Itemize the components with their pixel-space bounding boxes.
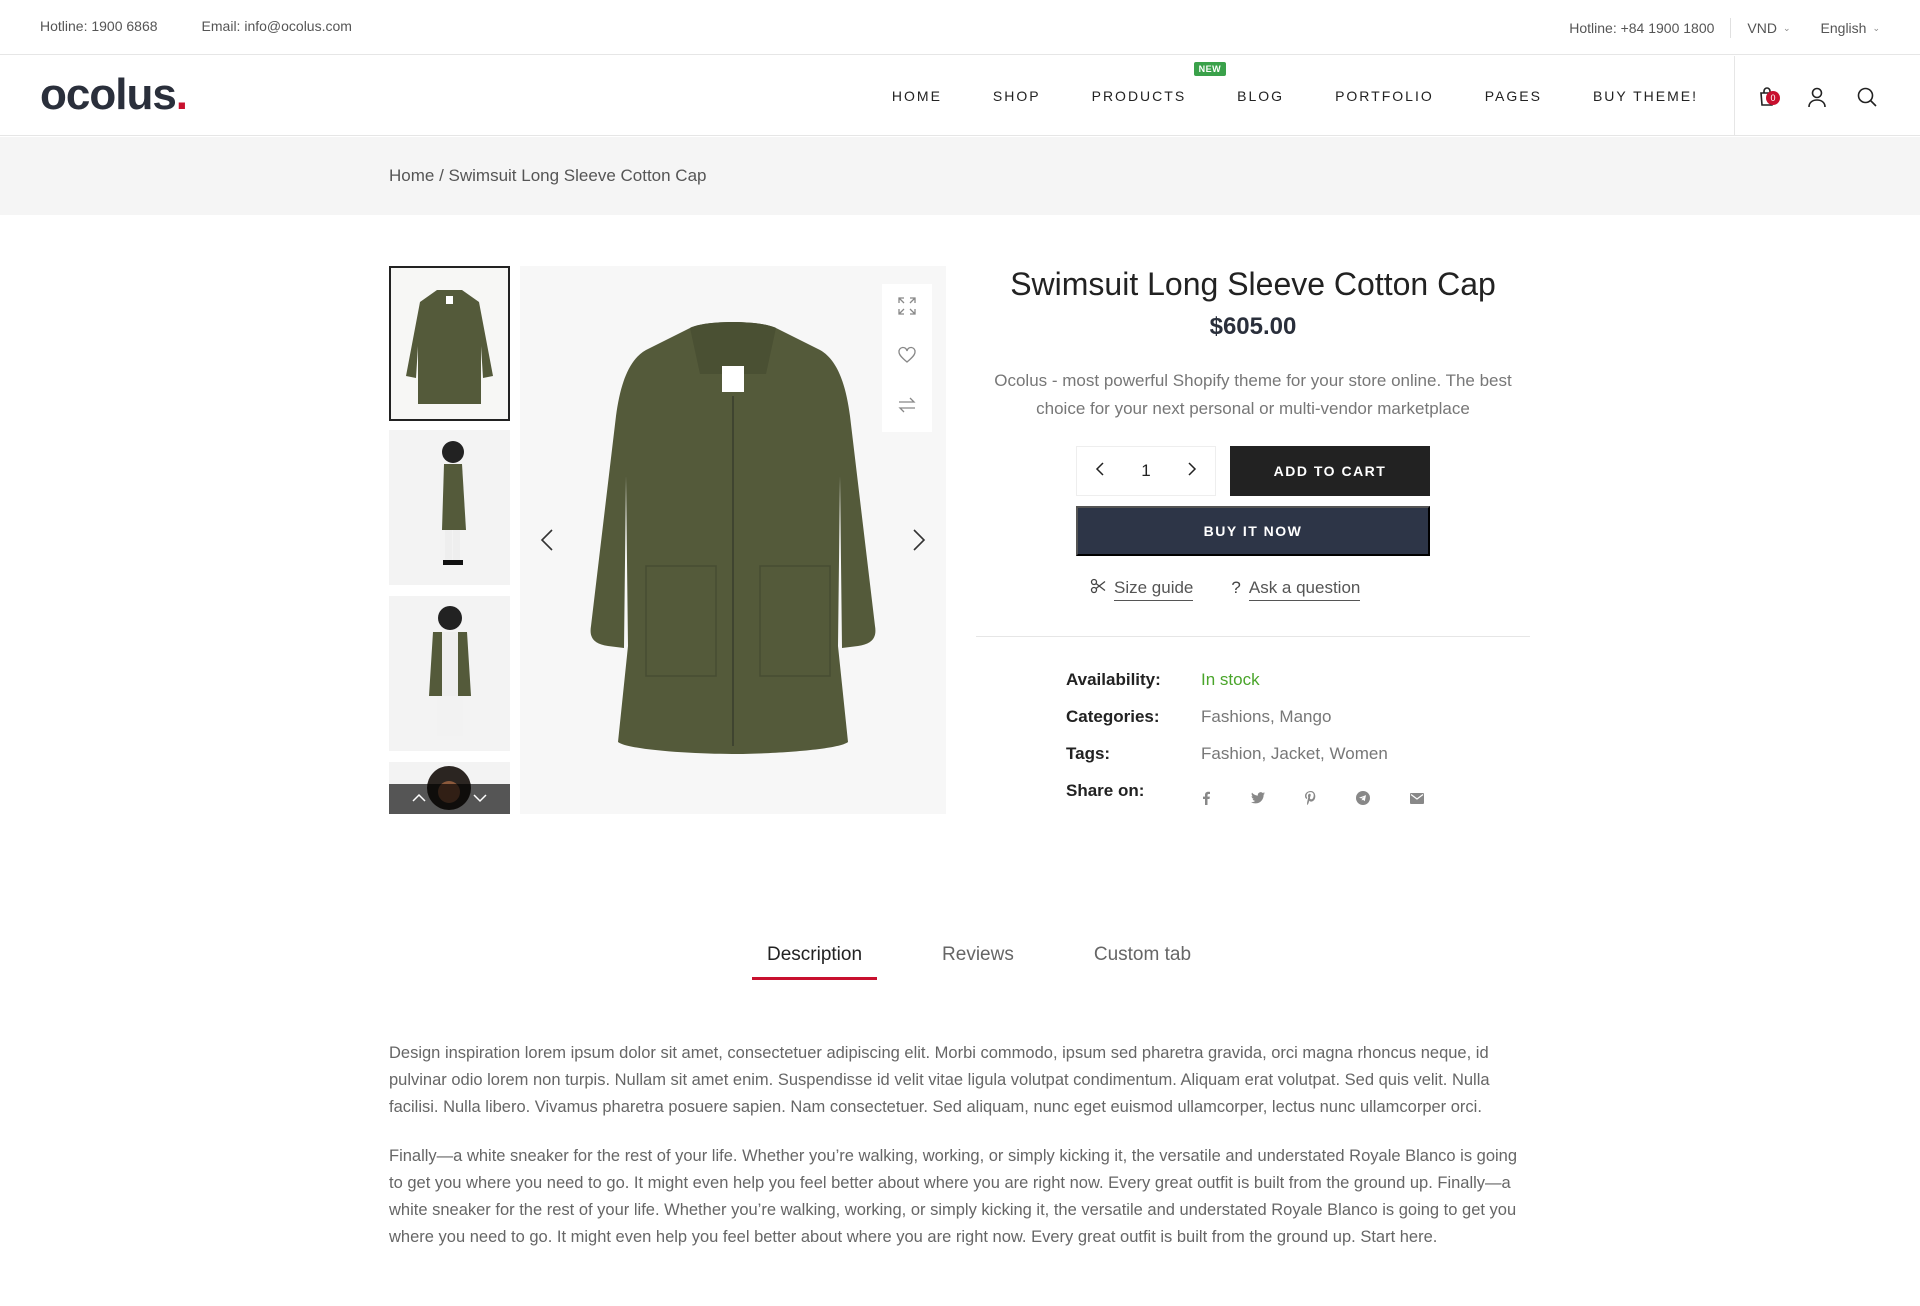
expand-icon[interactable]: [897, 296, 917, 321]
main-product-image[interactable]: [520, 266, 946, 814]
thumbnail-nav: [389, 784, 510, 814]
ask-question-label: Ask a question: [1248, 578, 1361, 601]
size-guide-label: Size guide: [1114, 578, 1194, 601]
facebook-icon[interactable]: [1201, 791, 1211, 808]
description-paragraph: Design inspiration lorem ipsum dolor sit…: [389, 1044, 1490, 1116]
add-to-cart-button[interactable]: ADD TO CART: [1230, 446, 1430, 496]
quantity-stepper: 1: [1076, 446, 1216, 496]
chevron-right-icon[interactable]: [912, 528, 926, 557]
plus-icon[interactable]: [1187, 461, 1197, 481]
chevron-down-icon: ⌄: [1872, 22, 1880, 33]
nav-item-buy-theme[interactable]: BUY THEME!: [1593, 88, 1698, 104]
top-bar: Hotline: 1900 6868 Email: info@ocolus.co…: [0, 0, 1920, 55]
nav-item-shop[interactable]: SHOP: [993, 88, 1041, 104]
chevron-down-icon: ⌄: [1782, 22, 1791, 33]
main-header: ocolus. HOME SHOP PRODUCTS NEW BLOG PORTF…: [0, 56, 1920, 136]
divider: [1734, 56, 1735, 136]
pinterest-icon[interactable]: [1305, 791, 1316, 808]
product-info: Swimsuit Long Sleeve Cotton Cap $605.00 …: [976, 262, 1530, 806]
thumbnail-3[interactable]: [389, 596, 510, 751]
divider: [1730, 18, 1732, 38]
nav-item-products[interactable]: PRODUCTS NEW: [1091, 62, 1227, 104]
breadcrumb[interactable]: Home / Swimsuit Long Sleeve Cotton Cap: [389, 166, 707, 186]
tab-description[interactable]: Description: [752, 944, 878, 980]
compare-icon[interactable]: [897, 395, 917, 420]
cart-icon[interactable]: 0: [1754, 84, 1780, 110]
thumbnail-1[interactable]: [389, 266, 510, 421]
nav-item-blog[interactable]: BLOG: [1237, 88, 1284, 104]
main-nav: HOME SHOP PRODUCTS NEW BLOG PORTFOLIO PAG…: [892, 56, 1698, 136]
product-tabs: Description Reviews Custom tab: [752, 944, 1206, 980]
tab-custom[interactable]: Custom tab: [1079, 944, 1206, 980]
share-icons: [1201, 781, 1424, 818]
availability-label: Availability:: [1066, 670, 1161, 689]
nav-item-portfolio[interactable]: PORTFOLIO: [1335, 88, 1434, 104]
user-icon[interactable]: [1804, 84, 1830, 110]
ask-question-link[interactable]: ? Ask a question: [1231, 578, 1361, 601]
currency-label: VND: [1747, 20, 1777, 36]
quantity-value[interactable]: 1: [1141, 461, 1150, 481]
product-title: Swimsuit Long Sleeve Cotton Cap: [1010, 266, 1496, 302]
product-price: $605.00: [1209, 313, 1297, 340]
thumbnail-list: [389, 266, 510, 814]
new-badge: NEW: [1193, 62, 1227, 76]
search-icon[interactable]: [1854, 84, 1880, 110]
language-selector[interactable]: English ⌄: [1821, 20, 1880, 36]
minus-icon[interactable]: [1095, 461, 1105, 481]
question-icon: ?: [1231, 578, 1241, 597]
share-label: Share on:: [1066, 781, 1145, 800]
chevron-up-icon[interactable]: [412, 790, 426, 808]
nav-item-home[interactable]: HOME: [892, 88, 942, 104]
hotline-right[interactable]: Hotline: +84 1900 1800: [1569, 20, 1714, 36]
description-paragraph: Finally—a white sneaker for the rest of …: [389, 1147, 1518, 1246]
image-tools: [882, 284, 932, 432]
logo-dot: .: [175, 70, 188, 119]
telegram-icon[interactable]: [1356, 791, 1370, 808]
email-link[interactable]: Email: info@ocolus.com: [202, 18, 352, 34]
product-meta: Availability: In stock Categories: Fashi…: [1066, 670, 1424, 818]
categories-value[interactable]: Fashions, Mango: [1201, 707, 1331, 744]
description-content: Design inspiration lorem ipsum dolor sit…: [389, 1040, 1529, 1251]
product-description: Ocolus - most powerful Shopify theme for…: [994, 371, 1512, 418]
language-label: English: [1820, 20, 1867, 36]
currency-selector[interactable]: VND ⌄: [1747, 20, 1790, 36]
nav-item-pages[interactable]: PAGES: [1485, 88, 1542, 104]
nav-item-label: PRODUCTS: [1091, 88, 1187, 104]
email-icon[interactable]: [1410, 792, 1424, 807]
logo-text: ocolus: [40, 70, 177, 119]
heart-icon[interactable]: [897, 345, 917, 370]
cart-count-badge: 0: [1766, 91, 1780, 105]
tab-reviews[interactable]: Reviews: [927, 944, 1029, 980]
hotline-left[interactable]: Hotline: 1900 6868: [40, 18, 158, 34]
chevron-down-icon[interactable]: [473, 790, 487, 808]
scissors-icon: [1090, 578, 1106, 599]
thumbnail-2[interactable]: [389, 430, 510, 585]
tags-label: Tags:: [1066, 744, 1111, 763]
buy-now-button[interactable]: BUY IT NOW: [1076, 506, 1430, 556]
logo[interactable]: ocolus.: [40, 70, 188, 120]
divider: [976, 636, 1530, 637]
categories-label: Categories:: [1066, 707, 1160, 726]
availability-value: In stock: [1201, 670, 1260, 689]
twitter-icon[interactable]: [1251, 792, 1265, 807]
chevron-left-icon[interactable]: [540, 528, 554, 557]
size-guide-link[interactable]: Size guide: [1090, 578, 1194, 601]
tags-value[interactable]: Fashion, Jacket, Women: [1201, 744, 1388, 781]
breadcrumb-bar: Home / Swimsuit Long Sleeve Cotton Cap: [0, 137, 1920, 215]
